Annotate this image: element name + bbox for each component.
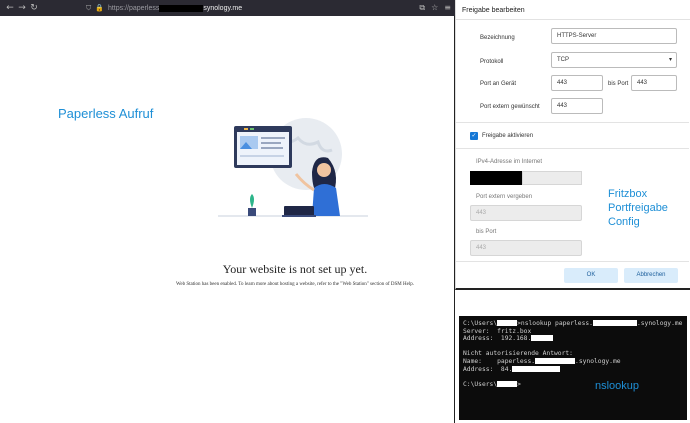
bis-port-field[interactable]: 443 [631,75,677,91]
port-assigned-label: Port extern vergeben [476,194,533,200]
name-label: Bezeichnung [480,35,515,41]
divider [456,122,689,123]
enable-checkbox-label: Freigabe aktivieren [482,133,534,139]
enable-checkbox[interactable]: ✓ [470,132,478,140]
bookmark-star-icon[interactable]: ☆ [431,3,438,13]
browser-window: ← → ↻ ⛉ 🔒 https://paperless synology.me … [0,0,455,423]
ipv4-redaction [470,171,522,185]
divider [456,261,689,262]
protocol-select[interactable]: TCP ▾ [551,52,677,68]
translate-icon[interactable]: ⧉ [419,3,425,13]
port-device-field[interactable]: 443 [551,75,603,91]
terminal-output[interactable]: C:\Users\ >nslookup paperless. .synology.m… [459,316,687,420]
cancel-button[interactable]: Abbrechen [624,268,678,283]
forward-icon[interactable]: → [16,3,28,13]
ok-button[interactable]: OK [564,268,618,283]
url-prefix: https://paperless [107,4,160,12]
website-illustration [218,118,368,217]
ipv4-field [522,171,582,185]
lock-icon[interactable]: 🔒 [95,4,104,12]
protocol-label: Protokoll [480,59,504,65]
ipv4-label: IPv4-Adresse im Internet [476,159,543,165]
chevron-down-icon: ▾ [668,56,672,63]
annotation-nslookup: nslookup [595,380,640,392]
name-field[interactable]: HTTPS-Server [551,28,677,44]
port-external-label: Port extern gewünscht [480,104,540,110]
divider [456,148,689,149]
website-title: Your website is not set up yet. [222,262,368,276]
port-forwarding-dialog: Freigabe bearbeiten Bezeichnung HTTPS-Se… [455,0,690,290]
website-subtitle: Web Station has been enabled. To learn m… [176,282,414,287]
toolbar-icons: ⧉ ☆ ≡ [419,3,451,13]
annotation-fritzbox: Fritzbox Portfreigabe Config [608,188,668,228]
bis-port-label: bis Port [608,81,629,87]
bis-port2-field: 443 [470,240,582,256]
terminal-panel: C:\Users\ >nslookup paperless. .synology.m… [455,290,690,423]
port-device-label: Port an Gerät [480,81,517,87]
port-external-field[interactable]: 443 [551,98,603,114]
annotation-paperless: Paperless Aufruf [58,106,154,121]
bis-port2-label: bis Port [476,229,497,235]
back-icon[interactable]: ← [4,3,16,13]
redaction [159,4,204,12]
browser-toolbar: ← → ↻ ⛉ 🔒 https://paperless synology.me … [0,0,455,16]
dialog-title: Freigabe bearbeiten [456,0,690,20]
shield-icon[interactable]: ⛉ [86,4,91,13]
menu-icon[interactable]: ≡ [444,3,451,13]
port-assigned-field: 443 [470,205,582,221]
url-host: synology.me [203,4,243,12]
reload-icon[interactable]: ↻ [28,3,40,13]
address-bar[interactable]: ⛉ 🔒 https://paperless synology.me [86,2,412,14]
